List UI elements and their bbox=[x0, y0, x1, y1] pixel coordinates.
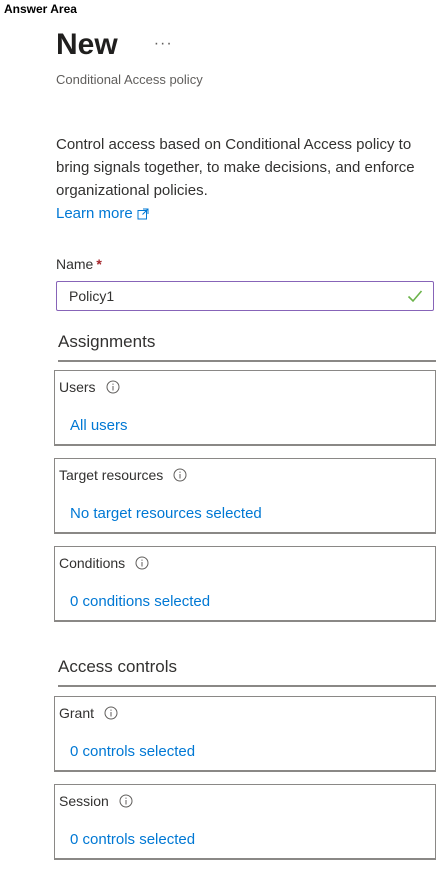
name-field-label: Name * bbox=[56, 256, 102, 272]
conditions-card[interactable]: Conditions 0 conditions selected bbox=[54, 546, 436, 622]
info-icon[interactable] bbox=[135, 556, 149, 570]
grant-card-title: Grant bbox=[59, 705, 118, 721]
policy-name-input[interactable] bbox=[67, 287, 407, 305]
session-link[interactable]: 0 controls selected bbox=[70, 831, 195, 848]
session-card-title: Session bbox=[59, 793, 133, 809]
target-resources-link[interactable]: No target resources selected bbox=[70, 505, 262, 522]
session-label: Session bbox=[59, 793, 109, 809]
target-resources-label: Target resources bbox=[59, 467, 164, 483]
users-link[interactable]: All users bbox=[70, 417, 128, 434]
users-card[interactable]: Users All users bbox=[54, 370, 436, 446]
target-resources-card[interactable]: Target resources No target resources sel… bbox=[54, 458, 436, 534]
page-subtitle: Conditional Access policy bbox=[56, 72, 203, 87]
users-card-title: Users bbox=[59, 379, 120, 395]
check-icon bbox=[407, 290, 423, 303]
policy-description: Control access based on Conditional Acce… bbox=[56, 136, 415, 199]
users-label: Users bbox=[59, 379, 96, 395]
target-resources-card-title: Target resources bbox=[59, 467, 187, 483]
external-link-icon bbox=[137, 208, 149, 219]
session-card[interactable]: Session 0 controls selected bbox=[54, 784, 436, 860]
info-icon[interactable] bbox=[119, 794, 133, 808]
grant-label: Grant bbox=[59, 705, 95, 721]
more-icon[interactable]: ··· bbox=[154, 35, 173, 53]
answer-area-label: Answer Area bbox=[4, 2, 77, 16]
learn-more-label: Learn more bbox=[56, 205, 133, 222]
grant-link[interactable]: 0 controls selected bbox=[70, 743, 195, 760]
name-label-text: Name bbox=[56, 256, 94, 272]
assignments-heading: Assignments bbox=[58, 332, 436, 362]
grant-card[interactable]: Grant 0 controls selected bbox=[54, 696, 436, 772]
conditions-card-title: Conditions bbox=[59, 555, 149, 571]
access-controls-heading: Access controls bbox=[58, 657, 436, 687]
page-title: New bbox=[56, 28, 118, 61]
required-marker: * bbox=[96, 256, 102, 272]
info-icon[interactable] bbox=[106, 380, 120, 394]
info-icon[interactable] bbox=[173, 468, 187, 482]
learn-more-link[interactable]: Learn more bbox=[56, 205, 149, 222]
policy-name-field[interactable] bbox=[56, 281, 434, 311]
conditions-link[interactable]: 0 conditions selected bbox=[70, 593, 210, 610]
info-icon[interactable] bbox=[104, 706, 118, 720]
conditions-label: Conditions bbox=[59, 555, 126, 571]
title-row: New ··· bbox=[56, 28, 173, 62]
